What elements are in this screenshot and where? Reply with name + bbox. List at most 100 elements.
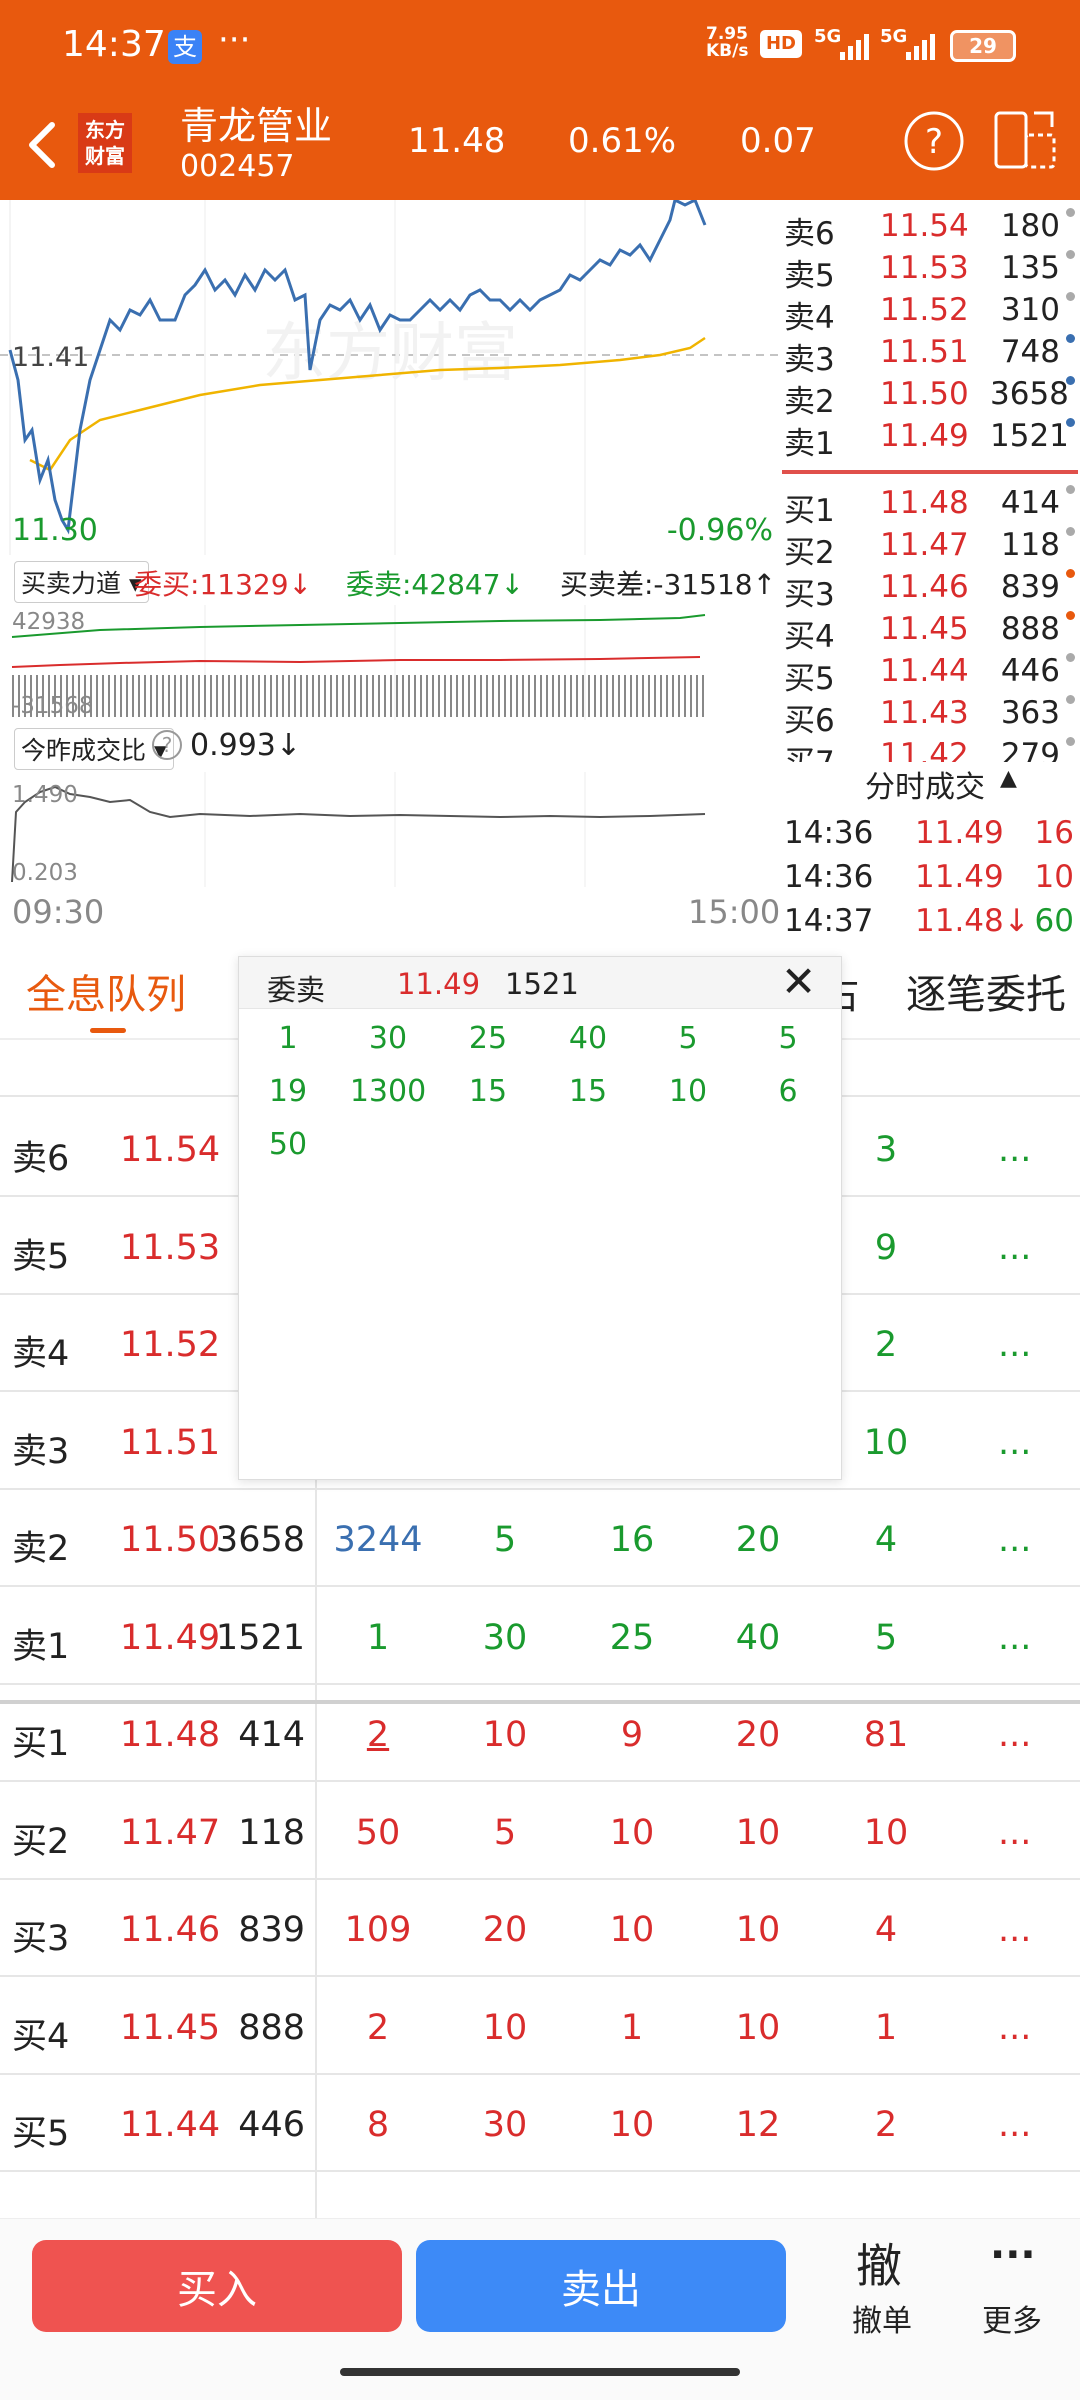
queue-more-icon[interactable]: ... — [998, 1813, 1031, 1853]
queue-order-cell: 10 — [735, 1910, 781, 1950]
svg-text:?: ? — [925, 122, 943, 162]
queue-row[interactable]: 买2 11.47 118 50 5 10 10 10... — [0, 1783, 1080, 1880]
signal-bars-icon-2 — [904, 32, 944, 66]
queue-price: 11.52 — [120, 1325, 221, 1365]
queue-row[interactable]: 买3 11.46 839 109 20 10 10 4... — [0, 1880, 1080, 1977]
ask-label: 卖2 — [784, 384, 835, 420]
ratio-help-icon[interactable]: ? — [152, 730, 182, 760]
power-diff: 买卖差:-31518↑ — [560, 568, 777, 601]
buy-button[interactable]: 买入 — [32, 2240, 402, 2332]
popup-order-cell: 40 — [568, 1021, 608, 1056]
power-top-label: 42938 — [12, 609, 85, 635]
queue-row[interactable]: 卖1 11.49 1521 1 30 25 40 5... — [0, 1588, 1080, 1685]
queue-row[interactable]: 买4 11.45 888 2 10 1 10 1... — [0, 1978, 1080, 2075]
queue-price: 11.53 — [120, 1227, 221, 1268]
ask-row[interactable]: 卖5 11.53 135 — [780, 250, 1080, 294]
popup-close-icon[interactable]: ✕ — [781, 957, 816, 1006]
queue-order-cell: 10 — [735, 1812, 781, 1853]
intraday-chart-svg: 东方财富 11.41 11.30 -0.96% — [0, 197, 780, 555]
tick-time: 14:37 — [784, 903, 874, 939]
power-buy: 委买:11329↓ — [134, 568, 312, 601]
ask-price: 11.53 — [880, 250, 969, 286]
chart-pct-label: -0.96% — [667, 513, 773, 548]
bid-row[interactable]: 买1 11.48 414 — [780, 485, 1080, 529]
ask-row[interactable]: 卖2 11.50 3658 — [780, 376, 1080, 420]
eastmoney-logo: 东方 财富 — [78, 113, 132, 173]
queue-order-cell: 10 — [609, 1910, 655, 1950]
bid-row[interactable]: 买4 11.45 888 — [780, 611, 1080, 655]
queue-row[interactable]: 买5 11.44 446 8 30 10 12 2... — [0, 2075, 1080, 2172]
more-icon[interactable]: ··· — [990, 2232, 1036, 2278]
ratio-dropdown[interactable]: 今昨成交比 ▾ — [14, 728, 174, 770]
cancel-order-button[interactable]: 撤单 — [852, 2296, 912, 2340]
bid-row[interactable]: 买5 11.44 446 — [780, 653, 1080, 697]
watermark-text: 东方财富 — [262, 317, 518, 391]
queue-volume: 118 — [238, 1812, 305, 1853]
tick-row: 14:36 11.49 16 — [780, 815, 1080, 857]
more-button[interactable]: 更多 — [982, 2296, 1042, 2340]
bid-row[interactable]: 买3 11.46 839 — [780, 569, 1080, 613]
queue-order-cell: 10 — [735, 2007, 781, 2048]
tab-order-by-order[interactable]: 逐笔委托 — [906, 962, 1066, 1020]
queue-label: 卖1 — [12, 1626, 70, 1667]
bid-price: 11.47 — [880, 527, 969, 563]
queue-more-icon[interactable]: ... — [998, 1910, 1031, 1950]
ticks-header[interactable]: 分时成交 ▲ — [780, 762, 1080, 805]
queue-more-icon[interactable]: ... — [998, 1228, 1031, 1268]
queue-more-icon[interactable]: ... — [998, 1423, 1031, 1463]
queue-more-icon[interactable]: ... — [998, 2008, 1031, 2048]
cancel-order-icon[interactable]: 撤 — [856, 2230, 902, 2296]
queue-row[interactable]: 卖2 11.50 3658 3244 5 16 20 4... — [0, 1490, 1080, 1587]
tab-quanxi-queue[interactable]: 全息队列 — [26, 962, 186, 1020]
queue-order-cell: 9 — [874, 1227, 898, 1268]
queue-more-icon[interactable]: ... — [998, 2105, 1031, 2145]
back-arrow-icon[interactable] — [20, 115, 60, 179]
ask-volume: 748 — [1000, 334, 1060, 370]
bid-row[interactable]: 买2 11.47 118 — [780, 527, 1080, 571]
stock-header: 东方 财富 青龙管业 002457 11.48 0.61% 0.07 ? — [0, 95, 1080, 200]
queue-mid-divider — [0, 1700, 1080, 1704]
ask-label: 卖6 — [784, 216, 835, 252]
power-dropdown[interactable]: 买卖力道 ▾ — [14, 561, 149, 603]
stock-price: 11.48 — [408, 121, 506, 161]
bid-label: 买5 — [784, 661, 835, 697]
ask-price: 11.54 — [880, 208, 969, 244]
queue-order-cell: 10 — [482, 1715, 528, 1755]
bid-row[interactable]: 买6 11.43 363 — [780, 695, 1080, 739]
queue-order-cell: 1 — [366, 1617, 390, 1658]
time-end: 15:00 — [688, 893, 781, 931]
bid-dot-icon — [1066, 527, 1075, 536]
queue-label: 买1 — [12, 1724, 70, 1764]
ask-dot-icon — [1066, 292, 1075, 301]
status-time: 14:37 — [62, 24, 166, 65]
time-start: 09:30 — [12, 893, 105, 931]
queue-more-icon[interactable]: ... — [998, 1325, 1031, 1365]
tick-time: 14:36 — [784, 859, 874, 895]
help-icon[interactable]: ? — [902, 109, 966, 177]
queue-volume: 414 — [238, 1715, 305, 1755]
popup-order-cell: 6 — [778, 1074, 798, 1109]
bid-volume: 363 — [1000, 695, 1060, 731]
bid-volume: 839 — [1000, 569, 1060, 605]
sell-button[interactable]: 卖出 — [416, 2240, 786, 2332]
landscape-switch-icon[interactable] — [990, 107, 1060, 177]
queue-label: 买4 — [12, 2016, 70, 2057]
queue-more-icon[interactable]: ... — [998, 1715, 1031, 1755]
queue-label: 买5 — [12, 2114, 70, 2154]
hd-icon: HD — [760, 30, 802, 58]
ask-row[interactable]: 卖4 11.52 310 — [780, 292, 1080, 336]
queue-order-cell: 4 — [874, 1520, 898, 1560]
bid-volume: 888 — [1000, 611, 1060, 647]
queue-order-cell: 16 — [609, 1520, 655, 1560]
popup-volume: 1521 — [505, 967, 579, 1001]
queue-more-icon[interactable]: ... — [998, 1130, 1031, 1170]
queue-more-icon[interactable]: ... — [998, 1520, 1031, 1560]
ask-row[interactable]: 卖3 11.51 748 — [780, 334, 1080, 378]
queue-more-icon[interactable]: ... — [998, 1618, 1031, 1658]
queue-order-cell: 20 — [482, 1910, 528, 1950]
popup-order-cell: 1300 — [349, 1074, 427, 1109]
ask-row[interactable]: 卖1 11.49 1521 — [780, 418, 1080, 462]
intraday-chart[interactable]: 东方财富 11.41 11.30 -0.96% — [0, 197, 780, 555]
ask-dot-icon — [1066, 376, 1075, 385]
ask-row[interactable]: 卖6 11.54 180 — [780, 208, 1080, 252]
